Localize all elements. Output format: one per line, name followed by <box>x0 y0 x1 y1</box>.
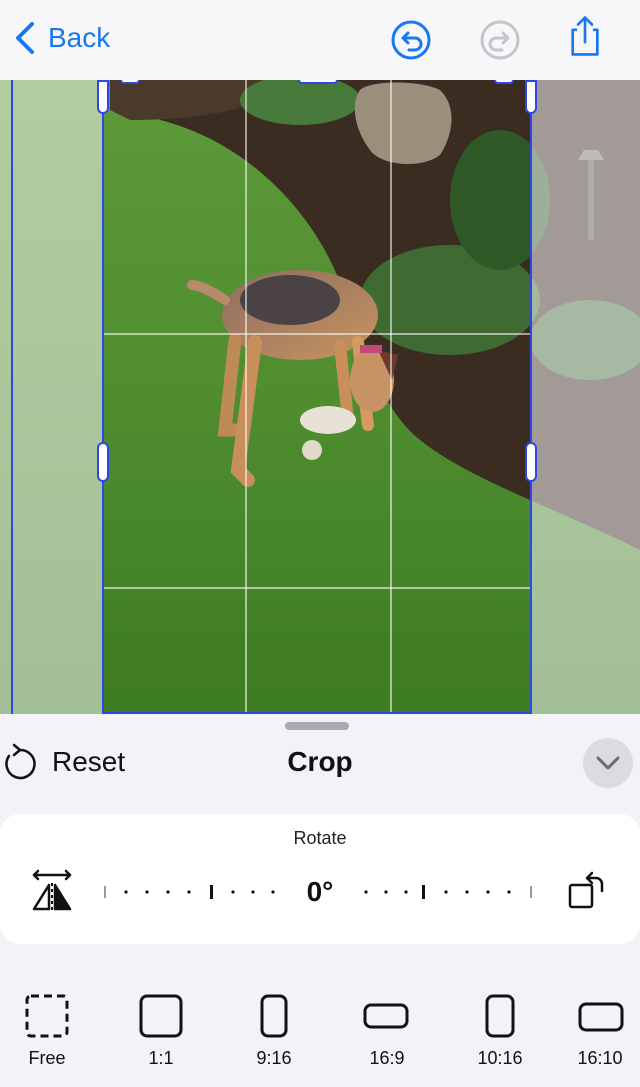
aspect-ratio-free[interactable]: Free <box>7 992 87 1069</box>
free-crop-icon <box>25 994 69 1038</box>
aspect-ratio-label: Free <box>28 1048 66 1068</box>
square-ratio-icon <box>139 994 183 1038</box>
aspect-ratio-label: 9:16 <box>256 1048 292 1068</box>
crop-handle-right[interactable] <box>525 442 537 482</box>
crop-handle-top-left[interactable] <box>97 80 109 114</box>
photo-crop-area[interactable] <box>0 80 640 714</box>
aspect-ratio-label: 1:1 <box>148 1048 174 1068</box>
collapse-button[interactable] <box>583 738 633 788</box>
crop-frame[interactable] <box>97 80 537 714</box>
aspect-ratio-16-9[interactable]: 16:9 <box>347 992 427 1069</box>
crop-handle-top[interactable] <box>298 80 338 84</box>
aspect-ratio-label: 16:9 <box>369 1048 405 1068</box>
landscape-ratio-icon <box>363 1003 409 1029</box>
rotate-label: Rotate <box>293 828 347 848</box>
top-navigation-bar: Back <box>0 0 640 80</box>
crop-grid-line <box>104 587 530 589</box>
aspect-ratio-label: 16:10 <box>577 1048 623 1068</box>
crop-tools-sheet: Reset Crop Rotate 0° Free 1:1 9:16 16:9 … <box>0 714 640 1087</box>
rotation-value: 0° <box>306 876 334 907</box>
redo-icon[interactable] <box>478 18 522 62</box>
undo-icon[interactable] <box>389 18 433 62</box>
chevron-down-icon <box>596 756 620 770</box>
portrait-ratio-icon <box>485 994 515 1038</box>
back-button[interactable]: Back <box>10 18 110 58</box>
crop-grid-line <box>390 80 392 712</box>
portrait-ratio-icon <box>260 994 288 1038</box>
aspect-ratio-list: Free 1:1 9:16 16:9 10:16 16:10 <box>0 992 640 1087</box>
aspect-ratio-16-10[interactable]: 16:10 <box>560 992 640 1069</box>
aspect-ratio-10-16[interactable]: 10:16 <box>460 992 540 1069</box>
rotate-panel: Rotate 0° <box>0 814 640 944</box>
crop-handle-top-left-edge[interactable] <box>120 80 140 84</box>
crop-handle-top-right[interactable] <box>525 80 537 114</box>
outside-crop-overlay-right <box>532 80 640 714</box>
aspect-ratio-label: 10:16 <box>477 1048 523 1068</box>
outside-crop-overlay-left <box>0 80 102 714</box>
sheet-grabber[interactable] <box>285 722 349 730</box>
aspect-ratio-9-16[interactable]: 9:16 <box>234 992 314 1069</box>
share-icon[interactable] <box>563 14 607 58</box>
image-edge-line <box>11 80 13 714</box>
rotate-90-icon[interactable] <box>566 869 608 913</box>
chevron-left-icon <box>16 22 34 54</box>
crop-grid-line <box>104 333 530 335</box>
crop-handle-left[interactable] <box>97 442 109 482</box>
crop-handle-top-right-edge[interactable] <box>494 80 514 84</box>
back-label: Back <box>48 22 111 53</box>
aspect-ratio-1-1[interactable]: 1:1 <box>121 992 201 1069</box>
sheet-title: Crop <box>287 746 353 777</box>
landscape-ratio-icon <box>578 1002 624 1032</box>
crop-grid-line <box>245 80 247 712</box>
